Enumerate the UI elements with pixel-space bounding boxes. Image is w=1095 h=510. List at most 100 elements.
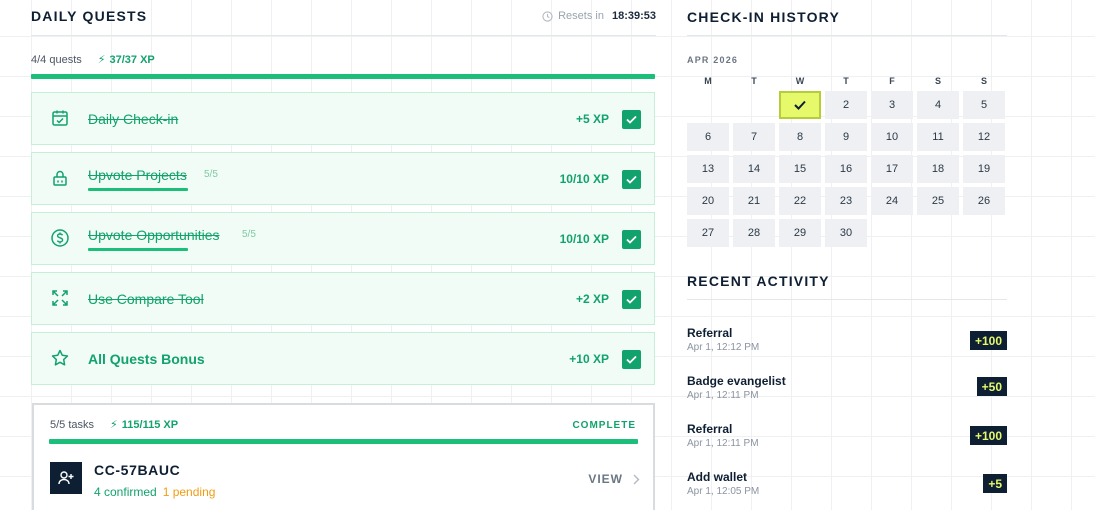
quest-checkbox[interactable]: [622, 170, 641, 189]
points-badge: +50: [976, 377, 1007, 396]
weekday-label: F: [889, 76, 895, 86]
calendar-day[interactable]: 16: [825, 155, 867, 183]
calendar-day[interactable]: 10: [871, 123, 913, 151]
quest-checkbox[interactable]: [622, 230, 641, 249]
calendar-day-checked: [779, 91, 821, 119]
quest-xp: 10/10 XP: [559, 172, 609, 186]
calendar-day[interactable]: 3: [871, 91, 913, 119]
activity-item: Add wallet Apr 1, 12:05 PM +5: [687, 470, 1007, 506]
calendar-day[interactable]: 17: [871, 155, 913, 183]
calendar-day[interactable]: 12: [963, 123, 1005, 151]
activity-name: Referral: [687, 422, 733, 436]
calendar-day[interactable]: 20: [687, 187, 729, 215]
quest-count: 4/4 quests: [31, 53, 82, 66]
quest-item-upvote-opportunities: Upvote Opportunities 5/5 10/10 XP: [31, 212, 655, 265]
task-xp: 115/115 XP: [121, 418, 179, 431]
quest-checkbox[interactable]: [622, 110, 641, 129]
calendar-day[interactable]: 9: [825, 123, 867, 151]
check-icon: [626, 175, 637, 184]
quest-item-daily-check-in: Daily Check-in +5 XP: [31, 92, 655, 145]
referral-row[interactable]: CC-57BAUC 4 confirmed 1 pending VIEW: [50, 462, 640, 499]
weekday-label: T: [843, 76, 849, 86]
task-status-badge: COMPLETE: [572, 420, 636, 431]
check-icon: [626, 295, 637, 304]
calendar-day[interactable]: 8: [779, 123, 821, 151]
calendar-check-icon: [52, 110, 68, 126]
quest-name: Use Compare Tool: [88, 291, 204, 307]
quest-progress-bar: [88, 248, 188, 251]
task-summary: 5/5 tasks ⚡ 115/115 XP: [50, 418, 179, 432]
star-icon: [51, 349, 69, 366]
confirmed-count: 4 confirmed: [94, 485, 157, 499]
calendar-day[interactable]: 25: [917, 187, 959, 215]
view-label: VIEW: [588, 472, 623, 486]
add-user-icon: [50, 462, 82, 494]
activity-name: Badge evangelist: [687, 374, 786, 388]
weekday-label: W: [795, 76, 805, 86]
quest-item-all-quests-bonus: All Quests Bonus +10 XP: [31, 332, 655, 385]
calendar-day[interactable]: 23: [825, 187, 867, 215]
calendar-day[interactable]: 4: [917, 91, 959, 119]
reset-label: Resets in: [558, 10, 604, 22]
bolt-icon: ⚡: [110, 419, 118, 431]
calendar-month: APR 2026: [687, 55, 739, 65]
quest-summary: 4/4 quests ⚡ 37/37 XP: [31, 53, 155, 67]
calendar-day[interactable]: 24: [871, 187, 913, 215]
quest-xp: 37/37 XP: [109, 53, 155, 66]
weekday-label: T: [751, 76, 757, 86]
calendar-day[interactable]: 11: [917, 123, 959, 151]
quest-item-use-compare-tool: Use Compare Tool +2 XP: [31, 272, 655, 325]
activity-time: Apr 1, 12:11 PM: [687, 390, 759, 401]
calendar-day[interactable]: 19: [963, 155, 1005, 183]
task-count: 5/5 tasks: [50, 418, 95, 431]
quest-name: Upvote Opportunities: [88, 227, 220, 243]
weekday-label: S: [934, 76, 941, 86]
quest-count: 5/5: [204, 169, 218, 180]
quest-item-upvote-projects: Upvote Projects 5/5 10/10 XP: [31, 152, 655, 205]
view-button[interactable]: VIEW: [588, 472, 640, 486]
calendar-day[interactable]: 29: [779, 219, 821, 247]
quest-count: 5/5: [242, 229, 256, 240]
checkin-divider: [687, 35, 1007, 36]
weekday-label: M: [704, 76, 712, 86]
expand-arrows-icon: [52, 290, 68, 306]
quest-checkbox[interactable]: [622, 290, 641, 309]
calendar-day[interactable]: 30: [825, 219, 867, 247]
quest-name: Daily Check-in: [88, 111, 179, 127]
calendar-day[interactable]: 15: [779, 155, 821, 183]
referral-tasks-card: 5/5 tasks ⚡ 115/115 XP COMPLETE CC-57BAU…: [32, 403, 655, 510]
activity-time: Apr 1, 12:12 PM: [687, 342, 760, 353]
calendar-day[interactable]: 27: [687, 219, 729, 247]
activity-divider: [687, 299, 1007, 300]
lock-icon: [53, 170, 67, 186]
calendar-day[interactable]: 13: [687, 155, 729, 183]
check-icon: [794, 100, 806, 110]
recent-activity-title: RECENT ACTIVITY: [687, 273, 830, 289]
points-badge: +100: [969, 426, 1007, 445]
checkin-history-title: CHECK-IN HISTORY: [687, 9, 840, 25]
calendar-day[interactable]: 2: [825, 91, 867, 119]
referral-stats: 4 confirmed 1 pending: [94, 485, 215, 499]
quest-progress-bar: [31, 74, 655, 79]
weekday-label: S: [980, 76, 987, 86]
calendar-day[interactable]: 22: [779, 187, 821, 215]
calendar-day[interactable]: 21: [733, 187, 775, 215]
activity-item: Referral Apr 1, 12:11 PM +100: [687, 422, 1007, 458]
calendar-day[interactable]: 18: [917, 155, 959, 183]
chevron-right-icon: [633, 474, 640, 484]
activity-name: Add wallet: [687, 470, 748, 484]
calendar-day[interactable]: 14: [733, 155, 775, 183]
points-badge: +5: [983, 474, 1007, 493]
task-progress-bar: [49, 439, 638, 444]
reset-timer: Resets in 18:39:53: [542, 10, 656, 22]
dollar-circle-icon: [51, 229, 69, 247]
calendar-day[interactable]: 28: [733, 219, 775, 247]
check-icon: [626, 115, 637, 124]
quest-checkbox[interactable]: [622, 350, 641, 369]
activity-time: Apr 1, 12:11 PM: [687, 438, 759, 449]
calendar-day[interactable]: 26: [963, 187, 1005, 215]
calendar-day[interactable]: 6: [687, 123, 729, 151]
calendar-day[interactable]: 7: [733, 123, 775, 151]
calendar-day[interactable]: 5: [963, 91, 1005, 119]
quest-xp: +2 XP: [575, 292, 609, 306]
